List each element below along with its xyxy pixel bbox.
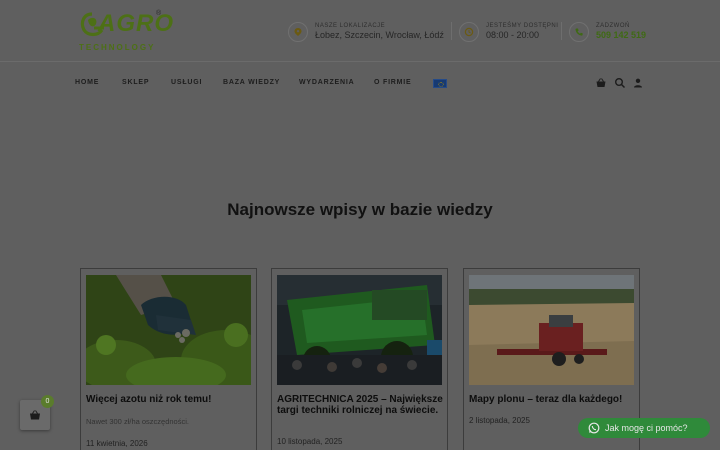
map-pin-icon [288, 22, 308, 42]
heading-bold: bazie wiedzy [389, 200, 493, 219]
cart-count-badge: 0 [41, 395, 54, 408]
post-image-agritechnica[interactable] [277, 275, 442, 385]
nav-item-baza-wiedzy[interactable]: BAZA WIEDZY [223, 79, 280, 86]
post-title[interactable]: Mapy plonu – teraz dla każdego! [469, 394, 637, 405]
hours-label: JESTEŚMY DOSTĘPNI [486, 23, 559, 29]
nav-item-sklep[interactable]: SKLEP [122, 79, 149, 86]
main-navigation: HOME SKLEP USŁUGI BAZA WIEDZY WYDARZENIA… [0, 62, 720, 104]
phone-label: ZADZWOŃ [596, 23, 630, 29]
logo-tagline: TECHNOLOGY [79, 43, 156, 52]
basket-icon [30, 410, 40, 420]
clock-icon [459, 22, 479, 42]
floating-cart-button[interactable]: 0 [20, 395, 54, 430]
phone-icon [569, 22, 589, 42]
section-heading: Najnowsze wpisy w bazie wiedzy [0, 200, 720, 220]
whatsapp-chat-button[interactable]: Jak mogę ci pomóc? [578, 418, 710, 438]
post-date: 2 listopada, 2025 [469, 416, 530, 425]
post-title[interactable]: AGRITECHNICA 2025 – Największe targi tec… [277, 394, 445, 416]
phone-value[interactable]: 509 142 519 [596, 30, 646, 40]
post-date: 10 listopada, 2025 [277, 437, 343, 446]
header-divider [451, 22, 452, 40]
nav-item-uslugi[interactable]: USŁUGI [171, 79, 202, 86]
site-header: AGRO ® TECHNOLOGY NASZE LOKALIZACJE Łobe… [0, 0, 720, 62]
nav-item-o-firmie[interactable]: O FIRMIE [374, 79, 412, 86]
post-card[interactable]: AGRITECHNICA 2025 – Największe targi tec… [271, 268, 448, 450]
hours-value: 08:00 - 20:00 [486, 30, 540, 40]
basket-icon[interactable] [595, 77, 607, 89]
user-icon[interactable] [632, 77, 644, 89]
post-image-combine[interactable] [469, 275, 634, 385]
logo-wordmark: AGRO [98, 10, 174, 37]
post-date: 11 kwietnia, 2026 [86, 439, 148, 448]
nav-item-home[interactable]: HOME [75, 79, 99, 86]
post-image-fertilizer[interactable] [86, 275, 251, 385]
post-title[interactable]: Więcej azotu niż rok temu! [86, 394, 254, 405]
search-icon[interactable] [614, 77, 626, 89]
post-card[interactable]: Więcej azotu niż rok temu! Nawet 300 zł/… [80, 268, 257, 450]
registered-mark: ® [156, 10, 162, 17]
chat-label: Jak mogę ci pomóc? [605, 423, 688, 433]
nav-item-wydarzenia[interactable]: WYDARZENIA [299, 79, 354, 86]
header-divider [561, 22, 562, 40]
locations-label: NASZE LOKALIZACJE [315, 23, 386, 29]
heading-prefix: Najnowsze wpisy w [227, 200, 390, 219]
whatsapp-icon [588, 422, 600, 434]
agro-technology-logo[interactable]: AGRO ® TECHNOLOGY [78, 10, 173, 54]
post-excerpt: Nawet 300 zł/ha oszczędności. [86, 417, 189, 426]
locations-value: Łobez, Szczecin, Wrocław, Łódź [315, 30, 444, 40]
eu-flag-icon[interactable] [433, 79, 447, 88]
